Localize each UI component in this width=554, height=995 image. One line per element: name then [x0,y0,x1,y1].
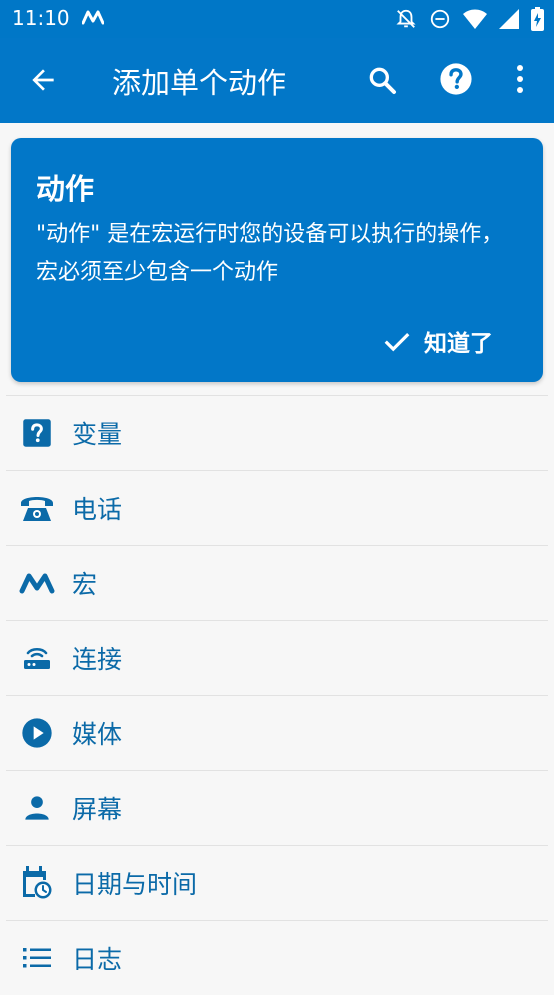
macrodroid-status-icon [82,10,104,25]
play-circle-icon [22,718,52,748]
check-icon [384,332,410,352]
mute-notifications-icon [396,9,416,28]
calendar-clock-icon [23,866,52,899]
category-variables[interactable]: 变量 [6,395,548,470]
battery-charging-icon [531,7,544,31]
info-card: 动作 "动作" 是在宏运行时您的设备可以执行的操作，宏必须至少包含一个动作 知道… [11,138,543,382]
wifi-icon [463,9,487,29]
person-icon [25,796,49,820]
macro-m-icon [19,573,55,594]
got-it-label: 知道了 [424,331,493,357]
category-label: 日志 [72,945,123,974]
info-card-body: "动作" 是在宏运行时您的设备可以执行的操作，宏必须至少包含一个动作 [36,222,504,285]
category-label: 日期与时间 [72,870,198,899]
category-connectivity[interactable]: 连接 [6,620,548,695]
category-date-time[interactable]: 日期与时间 [6,845,548,920]
question-box-icon [23,419,51,447]
got-it-button[interactable]: 知道了 [382,322,493,360]
category-label: 媒体 [72,720,123,749]
info-card-heading: 动作 [36,172,95,206]
router-icon [24,647,50,669]
category-media[interactable]: 媒体 [6,695,548,770]
help-icon[interactable] [439,62,473,96]
search-icon[interactable] [366,64,398,96]
action-category-list: 变量 电话 宏 连接 媒体 屏幕 日期与时间 日志 [6,395,548,995]
status-time: 11:10 [12,6,70,30]
category-phone[interactable]: 电话 [6,470,548,545]
category-label: 连接 [72,645,123,674]
status-bar: 11:10 [0,0,554,38]
list-icon [23,948,51,968]
category-label: 电话 [72,495,123,524]
app-bar: 添加单个动作 [0,38,554,123]
category-log[interactable]: 日志 [6,920,548,995]
category-macro[interactable]: 宏 [6,545,548,620]
page-title: 添加单个动作 [112,66,287,100]
phone-icon [21,497,53,521]
signal-icon [499,9,519,29]
category-screen[interactable]: 屏幕 [6,770,548,845]
category-label: 宏 [72,570,98,599]
category-label: 变量 [72,420,123,449]
more-options-icon[interactable] [508,62,532,96]
do-not-disturb-icon [430,9,450,29]
back-arrow-icon[interactable] [27,64,59,96]
category-label: 屏幕 [72,795,123,824]
